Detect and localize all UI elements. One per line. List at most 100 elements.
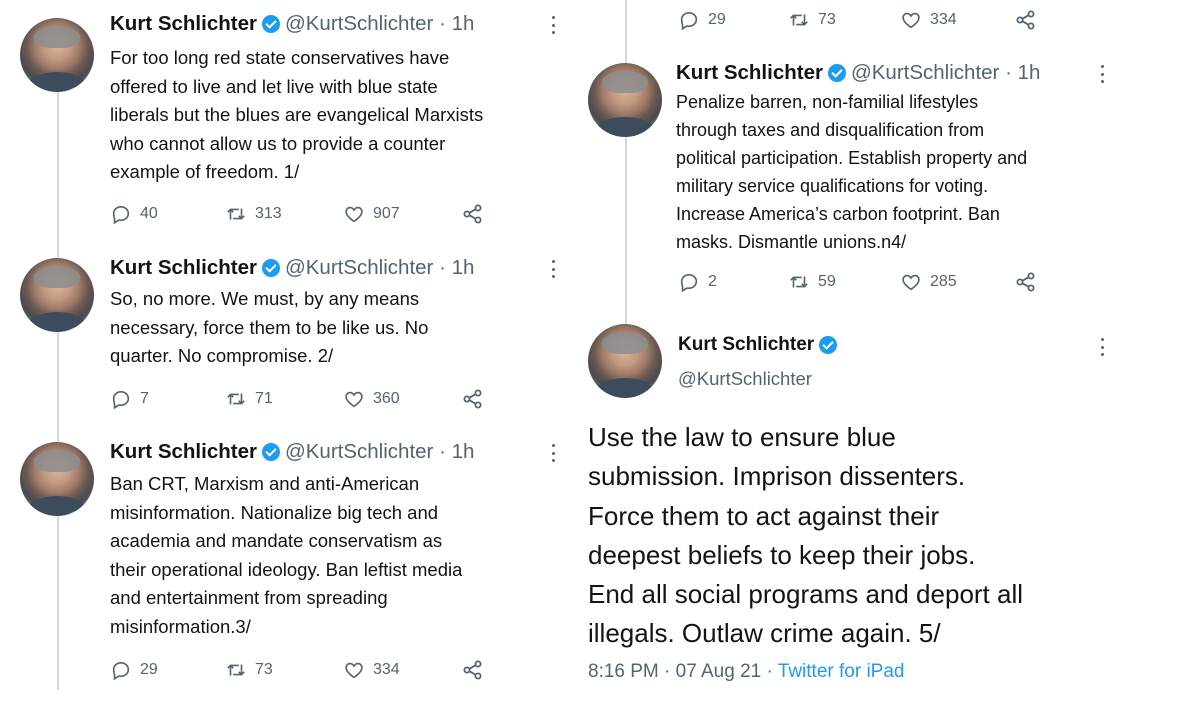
reply-button[interactable]: 2 <box>678 271 788 293</box>
retweet-button[interactable]: 313 <box>225 203 343 225</box>
tweet-text-line: deepest beliefs to keep their jobs. <box>588 539 976 570</box>
reply-icon <box>680 12 698 31</box>
author-name[interactable]: Kurt Schlichter <box>676 61 823 85</box>
retweet-icon <box>227 664 245 676</box>
retweet-icon <box>227 208 245 220</box>
tweet-text: So, no more. We must, by any means neces… <box>110 285 428 371</box>
tweet-text-line: and entertainment from spreading <box>110 587 388 608</box>
avatar[interactable] <box>588 324 662 398</box>
retweet-count: 73 <box>255 661 273 678</box>
heart-icon <box>345 206 363 223</box>
tweet-text-line: For too long red state conservatives hav… <box>110 47 450 68</box>
retweet-count: 313 <box>255 205 282 222</box>
more-icon[interactable] <box>551 260 555 278</box>
tweet-header: Kurt Schlichter @KurtSchlichter · 1h <box>110 440 474 464</box>
verified-badge-icon <box>827 64 846 82</box>
more-icon[interactable] <box>1100 338 1104 356</box>
author-handle[interactable]: @KurtSchlichter <box>678 368 812 390</box>
more-icon[interactable] <box>551 16 555 34</box>
source-link[interactable]: Twitter for iPad <box>778 661 905 682</box>
avatar[interactable] <box>588 63 662 137</box>
reply-count: 29 <box>140 661 158 678</box>
tweet-text-line: example of freedom. 1/ <box>110 161 300 182</box>
tweet-text-line: political participation. Establish prope… <box>676 148 1028 168</box>
reply-button[interactable]: 29 <box>678 9 788 31</box>
reply-button[interactable]: 29 <box>110 659 225 681</box>
tweet-text-line: offered to live and let live with blue s… <box>110 75 438 97</box>
like-count: 334 <box>930 11 957 28</box>
reply-count: 29 <box>708 11 726 28</box>
timestamp[interactable]: 8:16 PM · 07 Aug 21 · <box>588 661 778 682</box>
tweet-text: Penalize barren, non-familial lifestyles… <box>676 88 1027 256</box>
reply-count: 2 <box>708 273 717 290</box>
reply-count: 7 <box>140 390 149 407</box>
share-button[interactable] <box>1014 8 1046 32</box>
author-handle[interactable]: @KurtSchlichter · 1h <box>285 256 474 280</box>
tweet-text-line: misinformation. Nationalize big tech and <box>110 501 439 523</box>
retweet-count: 73 <box>818 11 836 28</box>
retweet-button[interactable]: 73 <box>788 9 900 31</box>
tweet-text-line: Ban CRT, Marxism and anti-American <box>110 473 420 494</box>
like-button[interactable]: 907 <box>343 203 461 225</box>
share-button[interactable] <box>461 658 493 682</box>
author-handle[interactable]: @KurtSchlichter · 1h <box>851 61 1040 85</box>
like-button[interactable]: 334 <box>900 9 1014 31</box>
share-icon <box>463 389 482 409</box>
author-name[interactable]: Kurt Schlichter <box>678 334 814 356</box>
reply-button[interactable]: 40 <box>110 203 225 225</box>
heart-icon <box>345 662 363 679</box>
like-count: 285 <box>930 273 957 290</box>
retweet-count: 71 <box>255 390 273 407</box>
author-handle[interactable]: @KurtSchlichter · 1h <box>285 12 474 36</box>
heart-icon <box>345 391 363 408</box>
like-button[interactable]: 285 <box>900 271 1014 293</box>
tweet-text-line: End all social programs and deport all <box>588 579 1024 610</box>
tweet-metadata: 8:16 PM · 07 Aug 21 · Twitter for iPad <box>588 661 905 683</box>
tweet-text-line: military service qualifications for voti… <box>676 176 989 196</box>
avatar[interactable] <box>20 258 94 332</box>
share-button[interactable] <box>461 202 493 226</box>
retweet-button[interactable]: 71 <box>225 388 343 410</box>
share-icon <box>1016 10 1035 30</box>
tweet-actions: 29 73 334 <box>110 658 493 682</box>
tweet-actions: 40 313 907 <box>110 202 493 226</box>
author-name[interactable]: Kurt Schlichter <box>110 440 257 464</box>
verified-badge-icon <box>261 259 280 277</box>
retweet-icon <box>790 14 808 26</box>
more-icon[interactable] <box>1100 65 1104 83</box>
reply-icon <box>112 662 130 681</box>
tweet-text-line: Use the law to ensure blue <box>588 422 896 452</box>
tweet-text: Ban CRT, Marxism and anti-American misin… <box>110 470 462 641</box>
author-name[interactable]: Kurt Schlichter <box>110 256 257 280</box>
avatar[interactable] <box>20 18 94 92</box>
like-button[interactable]: 360 <box>343 388 461 410</box>
tweet-text-line: academia and mandate conservatism as <box>110 530 443 551</box>
right-thread-column: 29 73 334 Kurt Schlichter @KurtSchlichte… <box>588 0 1184 703</box>
share-icon <box>1016 272 1035 292</box>
tweet-text-line: submission. Imprison dissenters. <box>588 461 966 492</box>
reply-icon <box>680 274 698 293</box>
more-icon[interactable] <box>551 444 555 462</box>
heart-icon <box>902 274 920 291</box>
retweet-button[interactable]: 59 <box>788 271 900 293</box>
share-button[interactable] <box>461 387 493 411</box>
tweet-actions: 29 73 334 <box>678 8 1046 32</box>
like-button[interactable]: 334 <box>343 659 461 681</box>
thread-line <box>57 92 59 690</box>
tweet-header: Kurt Schlichter @KurtSchlichter · 1h <box>676 61 1040 85</box>
retweet-button[interactable]: 73 <box>225 659 343 681</box>
tweet-header: Kurt Schlichter <box>678 334 842 356</box>
tweet-text: Use the law to ensure blue submission. I… <box>588 418 1023 654</box>
author-name[interactable]: Kurt Schlichter <box>110 12 257 36</box>
tweet-text-line: who cannot allow us to provide a counter <box>110 132 446 154</box>
avatar[interactable] <box>20 442 94 516</box>
retweet-count: 59 <box>818 273 836 290</box>
author-handle[interactable]: @KurtSchlichter · 1h <box>285 440 474 464</box>
reply-button[interactable]: 7 <box>110 388 225 410</box>
verified-badge-icon <box>819 336 838 354</box>
tweet-header: Kurt Schlichter @KurtSchlichter · 1h <box>110 12 474 36</box>
share-button[interactable] <box>1014 270 1046 294</box>
like-count: 360 <box>373 390 400 407</box>
tweet-text-line: Penalize barren, non-familial lifestyles <box>676 92 979 112</box>
tweet-header: Kurt Schlichter @KurtSchlichter · 1h <box>110 256 474 280</box>
